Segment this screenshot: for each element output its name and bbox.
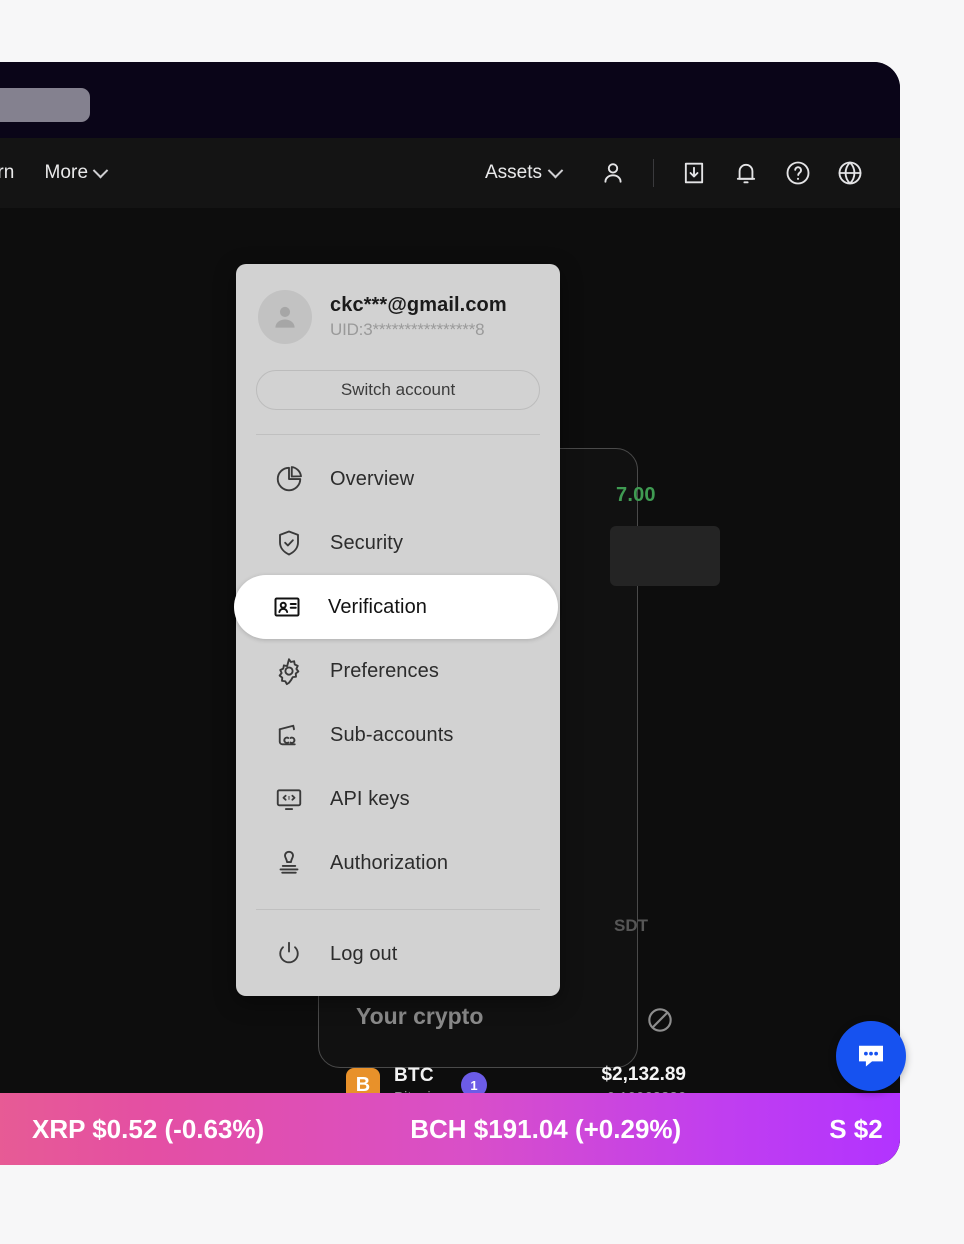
help-circle-icon[interactable] (784, 159, 812, 187)
account-dropdown-menu: ckc***@gmail.com UID:3****************8 … (234, 264, 560, 996)
shield-check-icon (274, 528, 304, 558)
person-icon[interactable] (599, 159, 627, 187)
browser-tab[interactable] (0, 88, 90, 122)
nav-item-learn-label: earn (0, 162, 15, 183)
menu-item-label: Authorization (330, 851, 449, 874)
site-header: earn More Assets (0, 138, 900, 208)
stamp-icon (274, 848, 304, 878)
menu-item-authorization[interactable]: Authorization (236, 831, 560, 895)
coin-usd-value: $2,132.89 (601, 1064, 686, 1085)
menu-item-verification[interactable]: Verification (234, 575, 558, 639)
nav-item-more-label: More (44, 162, 89, 183)
ticker-item: XRP $0.52 (-0.63%) (32, 1113, 265, 1144)
price-ticker[interactable]: XRP $0.52 (-0.63%) BCH $191.04 (+0.29%) … (0, 1093, 900, 1165)
assets-menu[interactable]: Assets (484, 162, 564, 184)
avatar (258, 290, 312, 344)
globe-icon[interactable] (836, 159, 864, 187)
menu-item-preferences[interactable]: Preferences (236, 639, 560, 703)
hide-balance-icon[interactable] (644, 1004, 676, 1036)
menu-item-label: Log out (330, 942, 398, 965)
browser-window: earn More Assets (0, 62, 900, 1165)
browser-chrome (0, 62, 900, 138)
monitor-code-icon (274, 784, 304, 814)
account-identity: ckc***@gmail.com UID:3****************8 (330, 294, 507, 340)
partial-currency-label: SDT (614, 916, 648, 935)
your-crypto-title: Your crypto (356, 1003, 484, 1029)
menu-item-label: Overview (330, 467, 415, 490)
ticker-item: S $2 (829, 1113, 883, 1144)
header-divider (653, 159, 654, 187)
download-icon[interactable] (680, 159, 708, 187)
menu-item-security[interactable]: Security (236, 511, 560, 575)
menu-item-label: API keys (330, 787, 410, 810)
account-email: ckc***@gmail.com (330, 294, 507, 316)
header-actions: Assets (485, 159, 864, 187)
coin-symbol: BTC (394, 1064, 434, 1086)
switch-account-button[interactable]: Switch account (256, 370, 540, 410)
chat-bubble-icon[interactable] (836, 1021, 906, 1091)
bell-icon[interactable] (732, 159, 760, 187)
card-inner-box (610, 526, 720, 586)
menu-item-overview[interactable]: Overview (236, 447, 560, 511)
id-card-icon (272, 592, 302, 622)
chevron-down-icon (92, 162, 109, 178)
power-icon (274, 939, 304, 969)
partial-amount: 7.00 (616, 484, 656, 506)
menu-item-api-keys[interactable]: API keys (236, 767, 560, 831)
nav-item-more[interactable]: More (44, 162, 109, 184)
assets-label: Assets (484, 162, 542, 183)
wallet-link-icon (274, 720, 304, 750)
gear-icon (274, 656, 304, 686)
menu-item-label: Preferences (330, 659, 439, 682)
menu-item-sub-accounts[interactable]: Sub-accounts (236, 703, 560, 767)
account-uid: UID:3****************8 (330, 320, 485, 339)
ticker-item: BCH $191.04 (+0.29%) (410, 1113, 682, 1144)
primary-nav: earn More (0, 162, 109, 184)
screen: earn More Assets (0, 0, 964, 1244)
nav-item-learn[interactable]: earn (0, 162, 14, 184)
menu-divider (256, 909, 540, 910)
pie-chart-icon (274, 464, 304, 494)
menu-item-label: Sub-accounts (330, 723, 454, 746)
menu-item-label: Security (330, 531, 404, 554)
menu-item-label: Verification (328, 595, 428, 618)
menu-item-log-out[interactable]: Log out (236, 922, 560, 986)
chevron-down-icon (547, 162, 564, 178)
menu-divider (256, 434, 540, 435)
account-header: ckc***@gmail.com UID:3****************8 (236, 264, 560, 350)
